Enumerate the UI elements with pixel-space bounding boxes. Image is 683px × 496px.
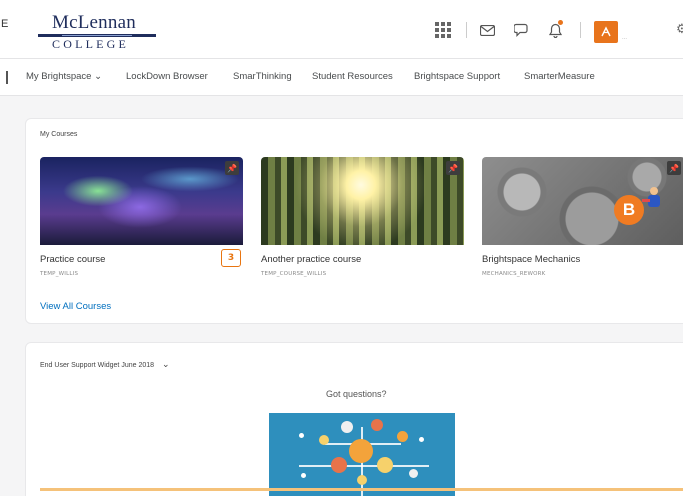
nav-item-lockdown-browser[interactable]: LockDown Browser bbox=[126, 71, 208, 82]
nav-item-brightspace-support[interactable]: Brightspace Support bbox=[414, 71, 500, 82]
course-code: TEMP_WILLIS bbox=[40, 271, 79, 277]
widget-title: End User Support Widget June 2018 bbox=[40, 361, 155, 369]
course-name[interactable]: Practice course bbox=[40, 254, 105, 265]
nav-item-my-brightspace[interactable]: My Brightspace ⌄ bbox=[26, 71, 102, 82]
brightspace-b-icon: B bbox=[614, 195, 644, 225]
logo-line-1: McLennan bbox=[52, 12, 136, 33]
course-image[interactable]: 📌 bbox=[261, 157, 464, 245]
pin-icon[interactable]: 📌 bbox=[446, 161, 460, 175]
nav-edge-mark bbox=[6, 71, 8, 84]
illus-node bbox=[331, 457, 347, 473]
illus-node bbox=[419, 437, 424, 442]
nav-item-smartermeasure[interactable]: SmarterMeasure bbox=[524, 71, 595, 82]
logo-rule-highlight bbox=[62, 34, 132, 36]
course-name[interactable]: Brightspace Mechanics bbox=[482, 254, 580, 265]
grid-icon[interactable] bbox=[434, 21, 452, 39]
illus-node bbox=[341, 421, 353, 433]
widget-header[interactable]: End User Support Widget June 2018 ⌄ bbox=[40, 359, 170, 371]
illus-node bbox=[409, 469, 418, 478]
support-widget: End User Support Widget June 2018 ⌄ Got … bbox=[25, 342, 683, 496]
course-image[interactable]: B 📌 bbox=[482, 157, 683, 245]
header-divider bbox=[580, 22, 581, 38]
mail-icon[interactable] bbox=[478, 21, 496, 39]
course-code: TEMP_COURSE_WILLIS bbox=[261, 271, 327, 277]
mechanic-figure-icon bbox=[642, 187, 664, 213]
pin-icon[interactable]: 📌 bbox=[667, 161, 681, 175]
cut-off-text: E bbox=[1, 18, 9, 30]
course-image[interactable]: 📌 bbox=[40, 157, 243, 245]
settings-icon[interactable]: ⚙ bbox=[676, 22, 683, 37]
widget-title: My Courses bbox=[40, 131, 78, 138]
illus-node bbox=[377, 457, 393, 473]
logo-line-2: COLLEGE bbox=[52, 37, 130, 51]
chevron-down-icon[interactable]: ⌄ bbox=[162, 360, 170, 370]
avatar[interactable] bbox=[594, 21, 618, 43]
illus-node bbox=[349, 439, 373, 463]
nav-item-smarthinking[interactable]: SmarThinking bbox=[233, 71, 292, 82]
divider-line bbox=[40, 488, 683, 491]
notification-badge[interactable]: 3 bbox=[221, 249, 241, 267]
illus-node bbox=[299, 433, 304, 438]
course-name[interactable]: Another practice course bbox=[261, 254, 361, 265]
illus-node bbox=[371, 419, 383, 431]
view-all-courses-link[interactable]: View All Courses bbox=[40, 301, 111, 312]
chat-icon[interactable] bbox=[512, 21, 530, 39]
header-divider bbox=[466, 22, 467, 38]
illus-line bbox=[299, 465, 429, 467]
illus-node bbox=[301, 473, 306, 478]
widget-heading: Got questions? bbox=[326, 389, 387, 399]
course-nav-bar: My Brightspace ⌄ LockDown Browser SmarTh… bbox=[0, 58, 683, 96]
top-header: E McLennan COLLEGE … ⚙ bbox=[0, 0, 683, 58]
support-illustration bbox=[269, 413, 455, 496]
college-logo[interactable]: McLennan COLLEGE bbox=[38, 12, 158, 54]
course-code: MECHANICS_REWORK bbox=[482, 271, 546, 277]
illus-node bbox=[397, 431, 408, 442]
user-name[interactable]: … bbox=[622, 35, 627, 41]
illus-node bbox=[319, 435, 329, 445]
nav-item-student-resources[interactable]: Student Resources bbox=[312, 71, 393, 82]
my-courses-widget: My Courses 📌 Practice course 3 TEMP_WILL… bbox=[25, 118, 683, 324]
illus-node bbox=[357, 475, 367, 485]
pin-icon[interactable]: 📌 bbox=[225, 161, 239, 175]
notification-dot bbox=[558, 20, 563, 25]
